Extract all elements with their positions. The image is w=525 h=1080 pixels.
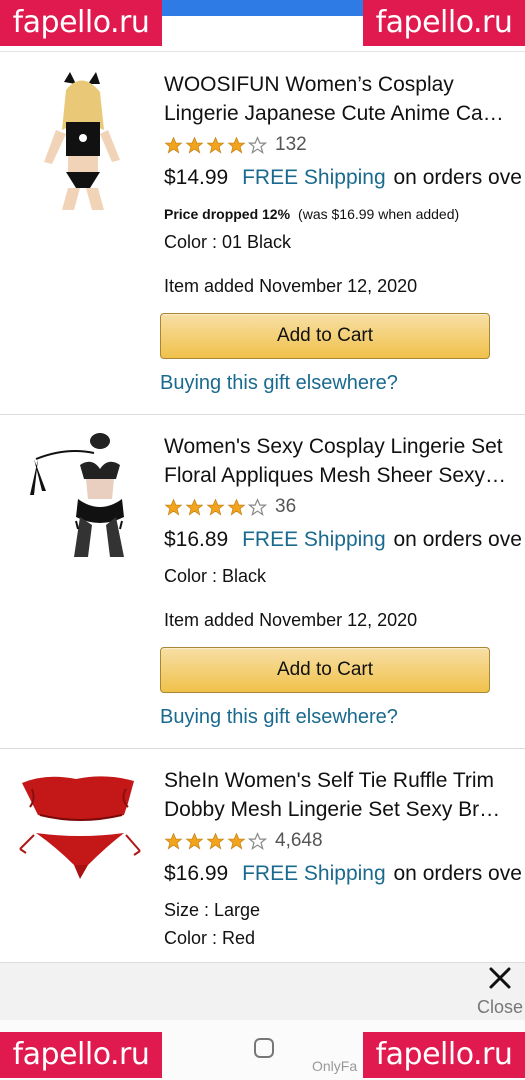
price-dropped-label: Price dropped 12% [164,206,291,222]
add-to-cart-button[interactable]: Add to Cart [160,313,490,359]
price-line: $16.99 FREE Shipping on orders ove [164,862,525,886]
gift-elsewhere-link[interactable]: Buying this gift elsewhere? [160,706,398,729]
star-empty-icon [248,135,267,154]
free-shipping-link[interactable]: FREE Shipping [242,862,386,885]
close-icon[interactable] [487,965,513,991]
rating-count: 4,648 [275,830,323,851]
price: $16.89 [164,528,229,551]
star-rating [164,497,267,517]
price-drop-note: Price dropped 12% (was $16.99 when added) [164,206,459,222]
rating-row[interactable]: 36 [164,496,296,518]
star-full-icon [185,498,204,516]
star-full-icon [164,498,183,516]
color-option: Color : 01 Black [164,232,292,252]
free-shipping-link[interactable]: FREE Shipping [242,528,386,551]
product-title-line: Dobby Mesh Lingerie Set Sexy Br… [164,798,501,821]
gift-elsewhere-link[interactable]: Buying this gift elsewhere? [160,372,398,395]
close-panel: Close [0,962,525,1020]
star-full-icon [227,498,246,516]
free-shipping-link[interactable]: FREE Shipping [242,166,386,189]
color-option: Color : Black [164,566,267,586]
product-title-line: WOOSIFUN Women’s Cosplay [164,73,454,96]
product-image[interactable] [16,70,146,210]
star-full-icon [227,832,246,850]
watermark-bottom-right: fapello.ru [363,1032,525,1078]
star-full-icon [206,498,225,516]
rating-count: 36 [275,496,297,517]
star-full-icon [206,136,225,154]
watermark-top-right: fapello.ru [363,0,525,46]
date-added: Item added November 12, 2020 [164,276,418,296]
product-title-line: Floral Appliques Mesh Sheer Sexy… [164,464,506,487]
product-title[interactable]: WOOSIFUN Women’s Cosplay Lingerie Japane… [164,70,509,128]
home-button[interactable] [254,1038,274,1058]
rating-count: 132 [275,134,307,155]
product-image[interactable] [16,769,146,909]
star-full-icon [185,832,204,850]
product-title-line: SheIn Women's Self Tie Ruffle Trim [164,769,495,792]
product-title[interactable]: Women's Sexy Cosplay Lingerie Set Floral… [164,432,509,490]
rating-row[interactable]: 4,648 [164,830,323,852]
product-title[interactable]: SheIn Women's Self Tie Ruffle Trim Dobby… [164,766,509,824]
price: $14.99 [164,166,229,189]
price-line: $16.89 FREE Shipping on orders ove [164,528,525,552]
shipping-terms: on orders ove [393,166,522,189]
wishlist-page: WOOSIFUN Women’s Cosplay Lingerie Japane… [0,0,525,1080]
star-empty-icon [248,497,267,516]
rating-row[interactable]: 132 [164,134,307,156]
date-added: Item added November 12, 2020 [164,610,418,630]
shipping-terms: on orders ove [393,528,522,551]
star-rating [164,135,267,155]
size-option: Size : Large [164,900,261,920]
product-title-line: Women's Sexy Cosplay Lingerie Set [164,435,503,458]
star-full-icon [185,136,204,154]
bottom-watermark-text: OnlyFa [312,1058,358,1074]
star-full-icon [164,136,183,154]
product-title-line: Lingerie Japanese Cute Anime Cat… [164,102,509,125]
shipping-terms: on orders ove [393,862,522,885]
star-empty-icon [248,831,267,850]
header-accent-bar [160,0,365,16]
watermark-top-left: fapello.ru [0,0,162,46]
add-to-cart-button[interactable]: Add to Cart [160,647,490,693]
list-item: WOOSIFUN Women’s Cosplay Lingerie Japane… [0,52,525,415]
close-label[interactable]: Close [477,997,523,1018]
watermark-bottom-left: fapello.ru [0,1032,162,1078]
price: $16.99 [164,862,229,885]
star-full-icon [227,136,246,154]
product-image[interactable] [16,429,146,569]
star-full-icon [164,832,183,850]
price-line: $14.99 FREE Shipping on orders ove [164,166,525,190]
color-option: Color : Red [164,928,256,948]
star-full-icon [206,832,225,850]
list-item: SheIn Women's Self Tie Ruffle Trim Dobby… [0,749,525,962]
star-rating [164,831,267,851]
was-price: (was $16.99 when added) [298,206,460,222]
list-item: Women's Sexy Cosplay Lingerie Set Floral… [0,415,525,749]
